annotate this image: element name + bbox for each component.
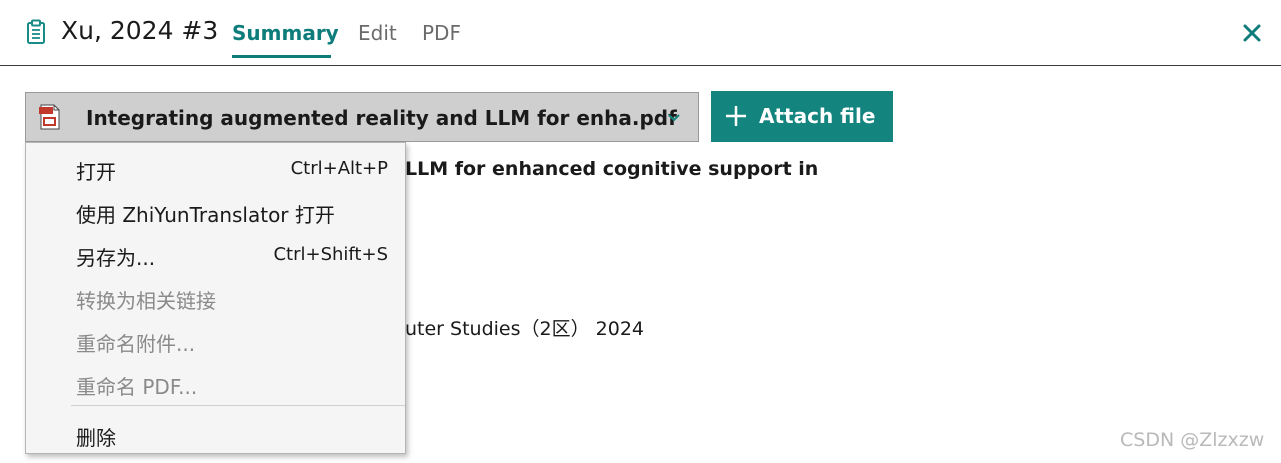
menu-item-convert-to-linked: 转换为相关链接 <box>26 276 405 316</box>
menu-item-rename-pdf: 重命名 PDF... <box>26 362 405 402</box>
menu-divider <box>71 405 405 406</box>
watermark: CSDN @Zlzxzw <box>1120 429 1265 451</box>
menu-item-label: 打开 <box>76 160 116 184</box>
header-bar: Xu, 2024 #3 Summary Edit PDF <box>0 0 1281 66</box>
plus-icon <box>726 106 746 126</box>
menu-item-open[interactable]: 打开 Ctrl+Alt+P <box>26 147 405 187</box>
attach-file-button[interactable]: Attach file <box>711 91 893 142</box>
menu-item-label: 删除 <box>76 426 116 450</box>
selected-attachment-name: Integrating augmented reality and LLM fo… <box>86 106 677 130</box>
item-title-fragment: LLM for enhanced cognitive support in <box>405 158 819 180</box>
page-title: Xu, 2024 #3 <box>61 16 219 45</box>
attachment-context-menu: 打开 Ctrl+Alt+P 使用 ZhiYunTranslator 打开 另存为… <box>25 142 406 454</box>
publication-fragment: uter Studies（2区） 2024 <box>405 318 644 340</box>
menu-item-label: 转换为相关链接 <box>76 289 216 313</box>
menu-item-delete[interactable]: 删除 <box>26 413 405 453</box>
pdf-file-icon <box>39 104 60 130</box>
menu-item-label: 使用 ZhiYunTranslator 打开 <box>76 203 335 227</box>
menu-item-open-with-translator[interactable]: 使用 ZhiYunTranslator 打开 <box>26 190 405 230</box>
clipboard-icon <box>27 19 45 44</box>
menu-item-label: 另存为... <box>76 246 156 270</box>
attachment-dropdown[interactable]: Integrating augmented reality and LLM fo… <box>25 92 699 142</box>
menu-item-shortcut: Ctrl+Alt+P <box>290 158 388 179</box>
tab-summary[interactable]: Summary <box>232 21 339 45</box>
attach-file-label: Attach file <box>759 104 876 128</box>
menu-item-save-as[interactable]: 另存为... Ctrl+Shift+S <box>26 233 405 273</box>
menu-item-label: 重命名 PDF... <box>76 375 198 399</box>
tab-pdf[interactable]: PDF <box>422 21 461 45</box>
chevron-down-icon <box>668 114 680 122</box>
menu-item-shortcut: Ctrl+Shift+S <box>273 244 388 265</box>
menu-item-rename-attachment: 重命名附件... <box>26 319 405 359</box>
tab-edit[interactable]: Edit <box>358 21 397 45</box>
active-tab-indicator <box>232 55 331 58</box>
close-icon[interactable] <box>1240 21 1264 45</box>
menu-item-label: 重命名附件... <box>76 332 196 356</box>
